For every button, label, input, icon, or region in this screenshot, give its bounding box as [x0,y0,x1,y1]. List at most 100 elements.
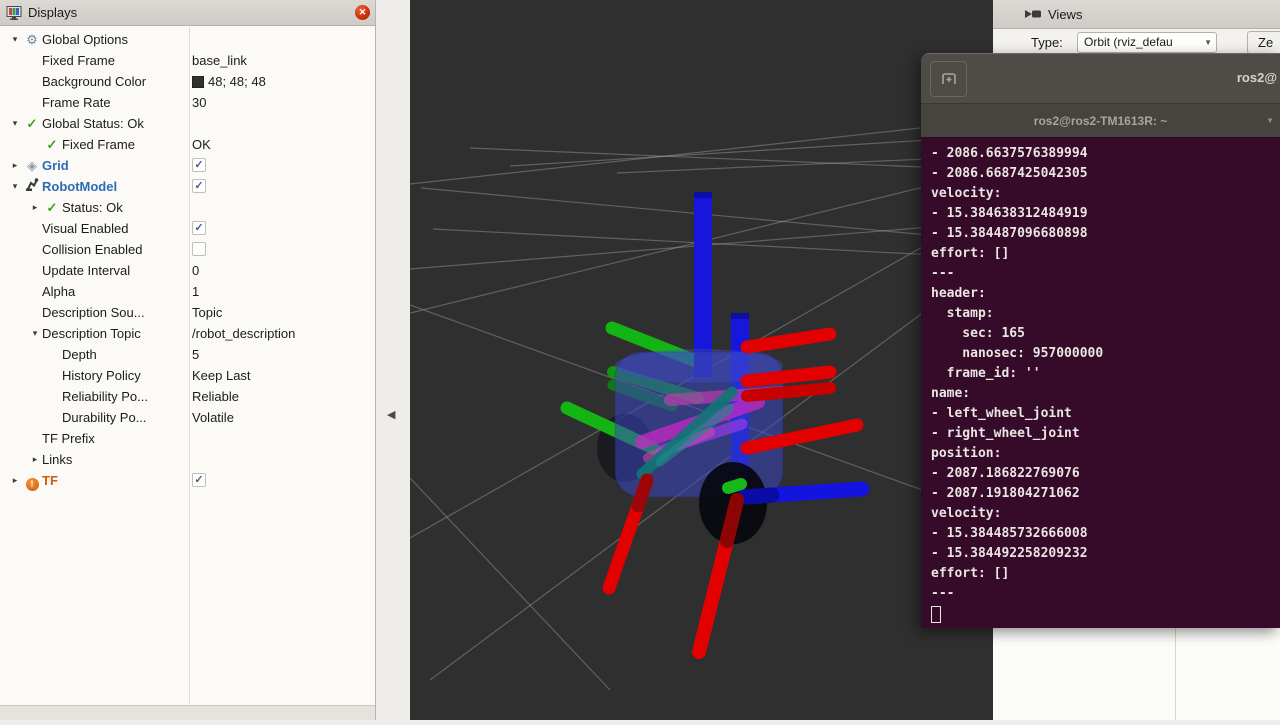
warning-icon: ! [22,470,42,491]
tree-label: TF [42,473,58,488]
checkbox-visual-enabled[interactable]: ✓ [192,221,206,235]
displays-tree: ▾⚙Global OptionsFixed Framebase_linkBack… [0,29,375,491]
checkbox-grid[interactable]: ✓ [192,158,206,172]
tree-label: Alpha [42,284,75,299]
tree-value[interactable]: Topic [192,302,222,323]
views-panel-title: Views [1048,7,1082,22]
terminal-line: frame_id: '' [931,364,1280,384]
terminal-titlebar[interactable]: ros2@ [921,53,1280,103]
expander-down-icon[interactable]: ▾ [8,113,22,134]
tree-row-description-sou[interactable]: Description Sou...Topic [0,302,375,323]
tree-row-global-options[interactable]: ▾⚙Global Options [0,29,375,50]
tree-value[interactable]: base_link [192,50,247,71]
terminal-line: - 2086.6687425042305 [931,164,1280,184]
tree-label: Links [42,452,72,467]
tree-row-alpha[interactable]: Alpha 1 [0,281,375,302]
tree-row-tf-prefix[interactable]: TF Prefix [0,428,375,449]
terminal-tab-bar[interactable]: ros2@ros2-TM1613R: ~ ▼ [921,103,1280,137]
expander-down-icon[interactable]: ▾ [8,176,22,197]
tree-label: Reliability Po... [62,389,148,404]
terminal-line: effort: [] [931,564,1280,584]
chevron-down-icon: ▼ [1204,33,1212,53]
expander-right-icon[interactable]: ▸ [8,470,22,491]
terminal-tab-title[interactable]: ros2@ros2-TM1613R: ~ [1034,114,1167,128]
tree-value[interactable]: OK [192,134,211,155]
terminal-window[interactable]: ros2@ ros2@ros2-TM1613R: ~ ▼ - 2086.6637… [921,53,1280,628]
expander-right-icon[interactable]: ▸ [8,155,22,176]
tree-row-update-interval[interactable]: Update Interval 0 [0,260,375,281]
tree-label: Update Interval [42,263,130,278]
terminal-line: effort: [] [931,244,1280,264]
displays-panel-icon [6,6,22,20]
terminal-line: sec: 165 [931,324,1280,344]
checkbox-collision-enabled[interactable] [192,242,206,256]
tree-label: Background Color [42,74,146,89]
tree-row-tf[interactable]: ▸!TF ✓ [0,470,375,491]
tree-label: Durability Po... [62,410,147,425]
tree-value[interactable]: 30 [192,92,206,113]
checkbox-tf[interactable]: ✓ [192,473,206,487]
tree-row-grid[interactable]: ▸◈Grid✓ [0,155,375,176]
expander-right-icon[interactable]: ▸ [28,197,42,218]
tree-row-depth[interactable]: Depth 5 [0,344,375,365]
tree-row-robotmodel[interactable]: ▾RobotModel✓ [0,176,375,197]
tree-value[interactable]: Reliable [192,386,239,407]
views-type-dropdown[interactable]: Orbit (rviz_defau▼ [1077,32,1217,53]
tree-value[interactable]: 0 [192,260,199,281]
tree-value[interactable]: Keep Last [192,365,251,386]
checkbox-robotmodel[interactable]: ✓ [192,179,206,193]
robot-icon [22,176,42,197]
terminal-line: - 2086.6637576389994 [931,144,1280,164]
tree-label: Depth [62,347,97,362]
tree-row-durability-po[interactable]: Durability Po... Volatile [0,407,375,428]
displays-panel-titlebar[interactable]: Displays ✕ [0,0,375,26]
tree-label: History Policy [62,368,141,383]
terminal-line: --- [931,584,1280,604]
tree-row-description-topic[interactable]: ▾Description Topic/robot_description [0,323,375,344]
views-panel-titlebar[interactable]: Views [993,0,1280,29]
render-viewport[interactable] [410,0,993,720]
tree-label: Description Topic [42,326,141,341]
expander-right-icon[interactable]: ▸ [28,449,42,470]
close-icon[interactable]: ✕ [355,5,370,20]
tree-value[interactable]: Volatile [192,407,234,428]
views-camera-icon [1025,8,1042,20]
views-type-label: Type: [1031,35,1063,50]
new-tab-icon [939,70,959,88]
tree-row-background-color[interactable]: Background Color 48; 48; 48 [0,71,375,92]
tree-row-fixed-frame[interactable]: ✓Fixed FrameOK [0,134,375,155]
displays-panel: Displays ✕ ▾⚙Global OptionsFixed Frameba… [0,0,376,720]
tree-label: Global Options [42,32,128,47]
terminal-cursor [931,606,941,623]
tab-list-chevron-icon[interactable]: ▼ [1266,116,1274,125]
terminal-output[interactable]: - 2086.6637576389994- 2086.6687425042305… [921,137,1280,628]
displays-column-divider[interactable] [189,27,190,704]
tree-label: Collision Enabled [42,242,142,257]
tree-row-global-status-ok[interactable]: ▾✓Global Status: Ok [0,113,375,134]
terminal-line: - 2087.186822769076 [931,464,1280,484]
terminal-line: name: [931,384,1280,404]
tree-row-links[interactable]: ▸Links [0,449,375,470]
displays-horizontal-scrollbar[interactable] [0,705,375,720]
tree-row-visual-enabled[interactable]: Visual Enabled✓ [0,218,375,239]
tree-value[interactable]: 1 [192,281,199,302]
tree-label: Status: Ok [62,200,123,215]
zero-button[interactable]: Ze [1247,31,1280,54]
grid-icon: ◈ [22,155,42,176]
panel-splitter[interactable]: ◀ [377,0,410,720]
tree-row-history-policy[interactable]: History Policy Keep Last [0,365,375,386]
color-swatch [192,76,204,88]
collapse-panel-icon[interactable]: ◀ [387,408,395,421]
tree-row-collision-enabled[interactable]: Collision Enabled [0,239,375,260]
tree-value[interactable]: 48; 48; 48 [192,71,266,92]
tree-value[interactable]: /robot_description [192,323,295,344]
new-tab-button[interactable] [930,61,967,97]
expander-down-icon[interactable]: ▾ [8,29,22,50]
tree-value[interactable]: 5 [192,344,199,365]
expander-down-icon[interactable]: ▾ [28,323,42,344]
tree-row-fixed-frame[interactable]: Fixed Framebase_link [0,50,375,71]
tree-row-reliability-po[interactable]: Reliability Po... Reliable [0,386,375,407]
terminal-line: header: [931,284,1280,304]
tree-row-status-ok[interactable]: ▸✓Status: Ok [0,197,375,218]
tree-row-frame-rate[interactable]: Frame Rate30 [0,92,375,113]
